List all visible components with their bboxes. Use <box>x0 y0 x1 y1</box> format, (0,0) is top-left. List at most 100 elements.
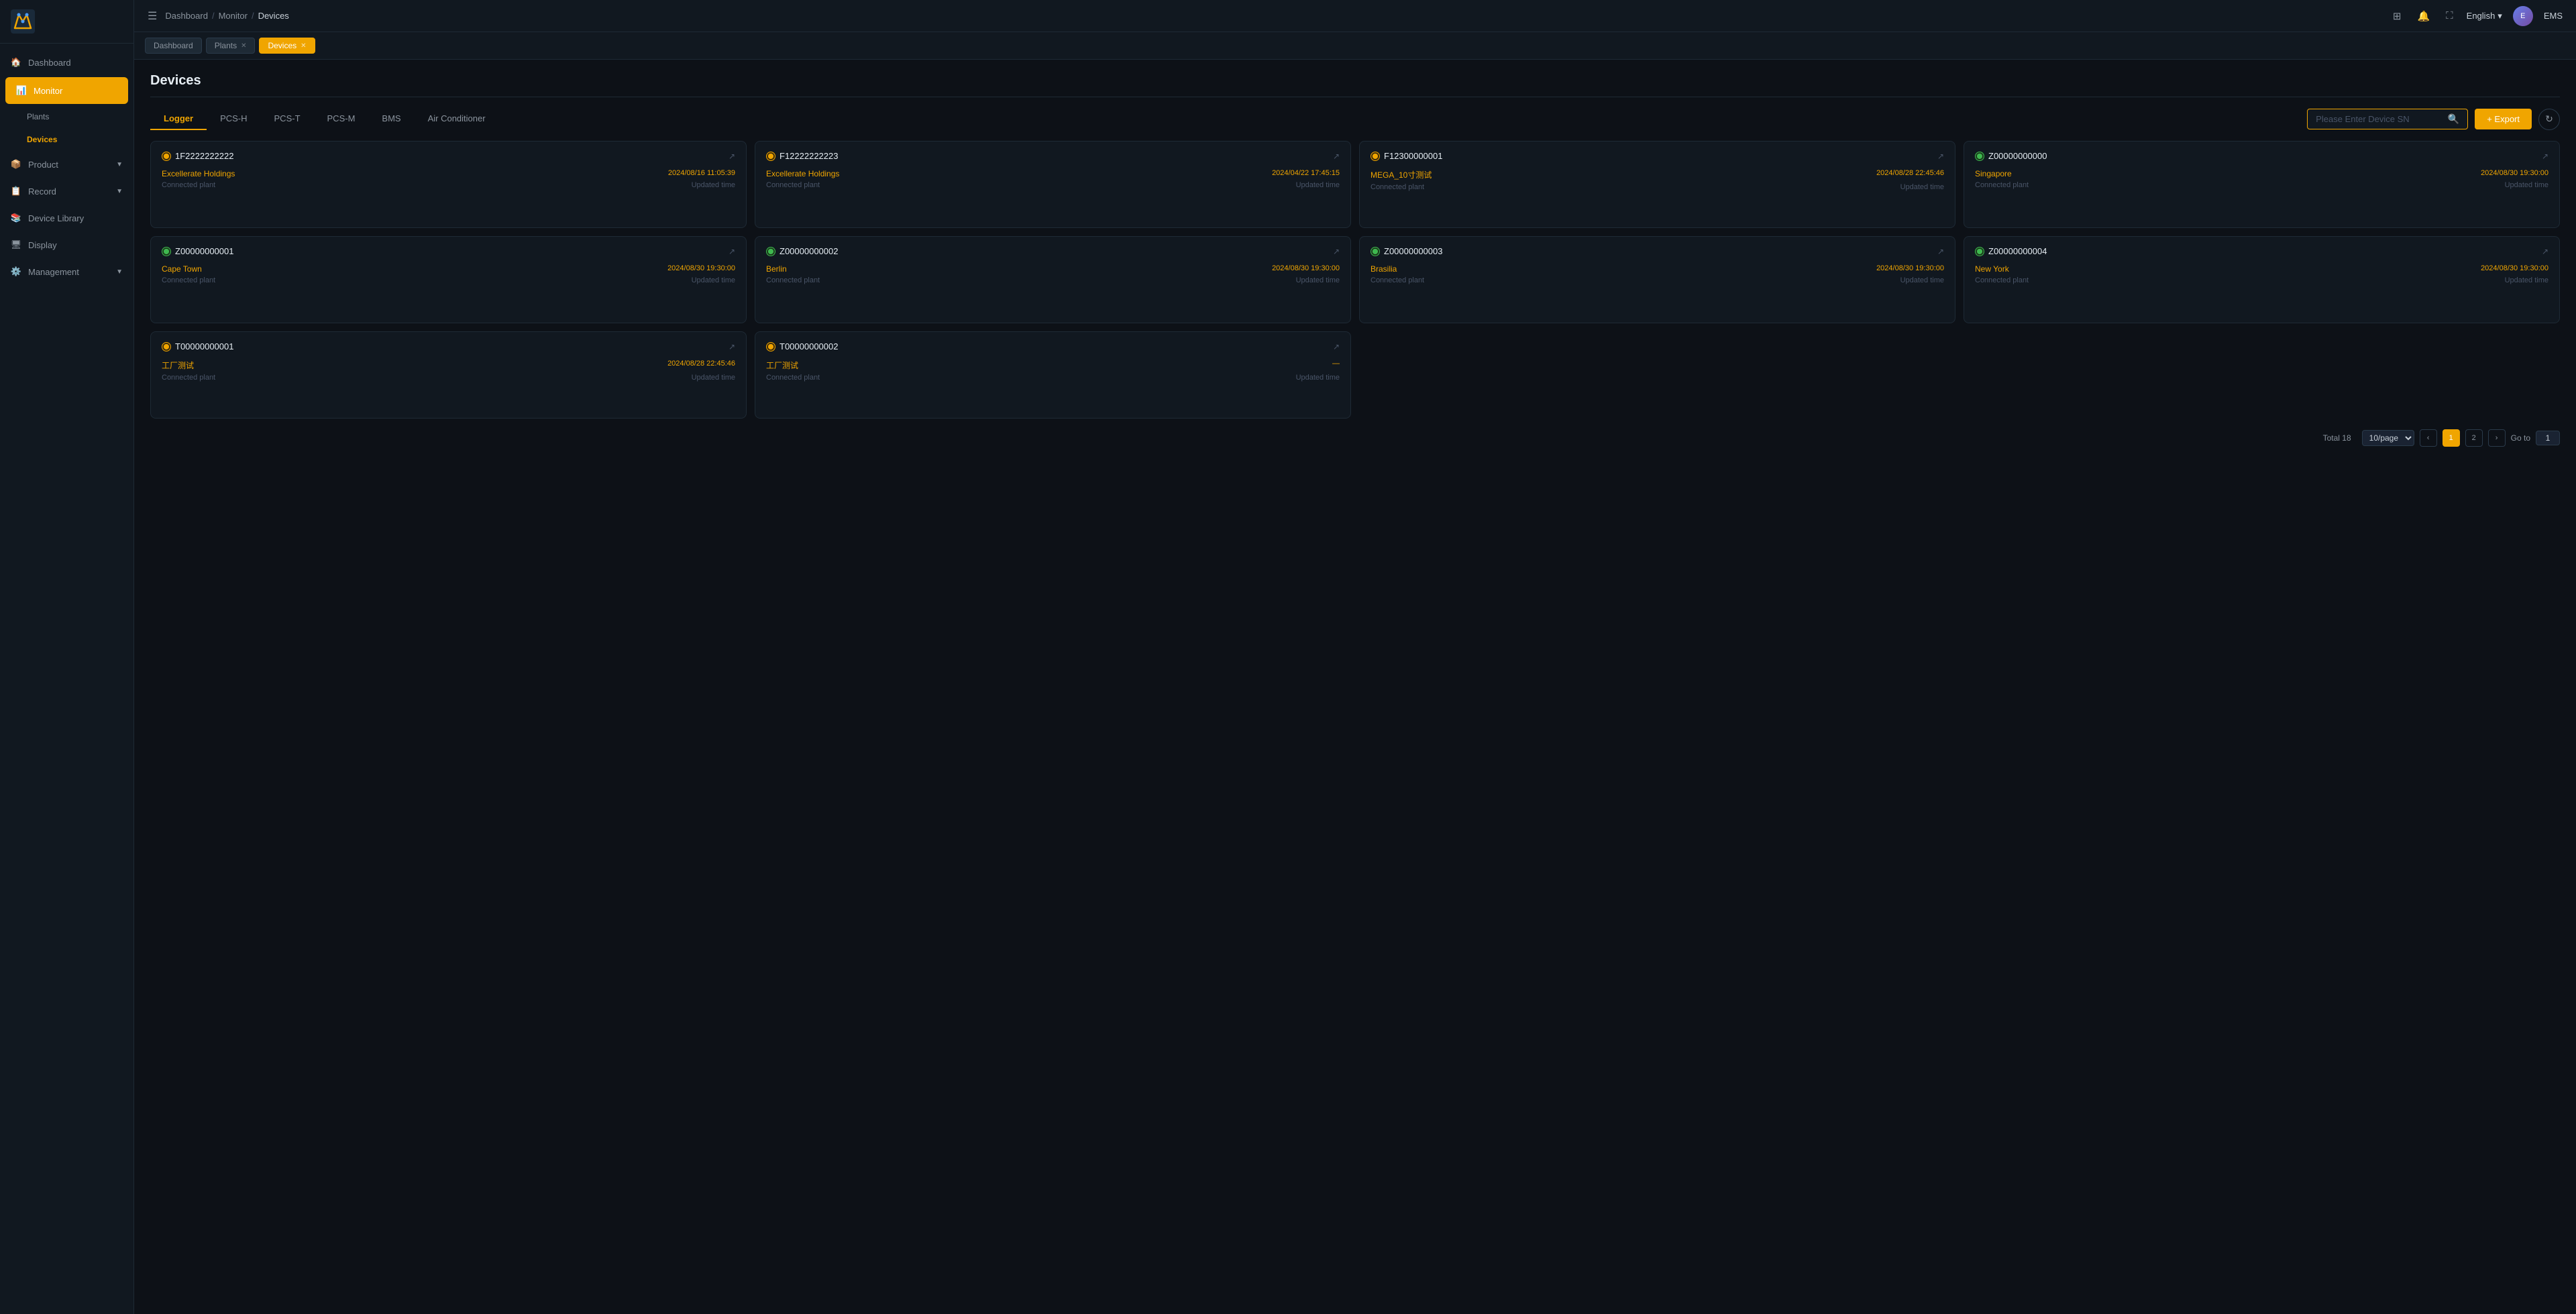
device-label-row: Connected plant Updated time <box>766 181 1340 189</box>
fullscreen-icon[interactable]: ⛶ <box>2443 7 2456 24</box>
logo-icon <box>11 9 35 34</box>
device-card[interactable]: ⬤ 1F2222222222 ↗ Excellerate Holdings 20… <box>150 141 747 228</box>
device-card[interactable]: ⬤ T00000000001 ↗ 工厂测试 2024/08/28 22:45:4… <box>150 331 747 419</box>
breadcrumb-monitor[interactable]: Monitor <box>219 11 248 21</box>
chevron-down-icon: ▼ <box>116 188 123 195</box>
tab-dashboard[interactable]: Dashboard <box>145 38 202 54</box>
sidebar-item-monitor[interactable]: 📊 Monitor <box>5 77 128 104</box>
device-id-row: ⬤ T00000000001 <box>162 341 233 351</box>
goto-input[interactable] <box>2536 431 2560 445</box>
sidebar-item-dashboard[interactable]: 🏠 Dashboard <box>0 49 133 76</box>
filter-tab-pcs-m[interactable]: PCS-M <box>314 108 369 130</box>
language-selector[interactable]: English ▾ <box>2467 11 2502 21</box>
device-plant-name: 工厂测试 <box>162 360 194 371</box>
next-page-button[interactable]: › <box>2488 429 2506 447</box>
connected-plant-label: Connected plant <box>1975 181 2029 189</box>
layout-icon[interactable]: ⊞ <box>2390 7 2404 25</box>
device-card-header: ⬤ 1F2222222222 ↗ <box>162 151 735 161</box>
export-label: + Export <box>2487 114 2520 124</box>
topbar-right: ⊞ 🔔 ⛶ English ▾ E EMS <box>2390 6 2563 26</box>
device-card[interactable]: ⬤ F12222222223 ↗ Excellerate Holdings 20… <box>755 141 1351 228</box>
status-indicator: ⬤ <box>1371 247 1380 256</box>
sidebar-item-management[interactable]: ⚙️ Management ▼ <box>0 258 133 285</box>
breadcrumb: Dashboard / Monitor / Devices <box>165 11 288 21</box>
device-info-row: 工厂测试 — <box>766 360 1340 371</box>
sidebar-item-record[interactable]: 📋 Record ▼ <box>0 178 133 205</box>
management-icon: ⚙️ <box>11 266 21 277</box>
main-area: ☰ Dashboard / Monitor / Devices ⊞ 🔔 ⛶ En… <box>134 0 2576 1314</box>
navigate-icon[interactable]: ↗ <box>1333 342 1340 351</box>
device-label-row: Connected plant Updated time <box>1975 181 2548 189</box>
close-icon[interactable]: ✕ <box>241 42 246 50</box>
device-card[interactable]: ⬤ Z00000000000 ↗ Singapore 2024/08/30 19… <box>1964 141 2560 228</box>
device-id-row: ⬤ T00000000002 <box>766 341 838 351</box>
page-size-select[interactable]: 10/page 20/page 50/page <box>2362 430 2414 446</box>
device-card[interactable]: ⬤ Z00000000001 ↗ Cape Town 2024/08/30 19… <box>150 236 747 323</box>
page-1-button[interactable]: 1 <box>2443 429 2460 447</box>
connected-plant-label: Connected plant <box>1371 183 1424 191</box>
device-plant-name: Cape Town <box>162 264 202 274</box>
device-id-row: ⬤ Z00000000002 <box>766 246 838 256</box>
export-button[interactable]: + Export <box>2475 109 2532 129</box>
device-card-header: ⬤ Z00000000000 ↗ <box>1975 151 2548 161</box>
navigate-icon[interactable]: ↗ <box>729 247 735 256</box>
sidebar-subitem-devices[interactable]: Devices <box>0 128 133 151</box>
navigate-icon[interactable]: ↗ <box>729 152 735 161</box>
updated-time-label: Updated time <box>1900 276 1944 284</box>
device-sn: Z00000000000 <box>1988 151 2047 161</box>
prev-page-button[interactable]: ‹ <box>2420 429 2437 447</box>
user-name[interactable]: EMS <box>2544 11 2563 21</box>
device-card[interactable]: ⬤ T00000000002 ↗ 工厂测试 — Connected plant … <box>755 331 1351 419</box>
navigate-icon[interactable]: ↗ <box>1333 247 1340 256</box>
sidebar-item-product[interactable]: 📦 Product ▼ <box>0 151 133 178</box>
device-plant-name: Brasilia <box>1371 264 1397 274</box>
tab-devices[interactable]: Devices ✕ <box>259 38 315 54</box>
refresh-button[interactable]: ↻ <box>2538 109 2560 130</box>
device-timestamp: 2024/04/22 17:45:15 <box>1272 169 1340 178</box>
sidebar-item-device-library[interactable]: 📚 Device Library <box>0 205 133 231</box>
status-indicator: ⬤ <box>162 247 171 256</box>
device-info-row: Excellerate Holdings 2024/08/16 11:05:39 <box>162 169 735 178</box>
sidebar-item-label: Monitor <box>34 86 62 96</box>
device-card[interactable]: ⬤ Z00000000002 ↗ Berlin 2024/08/30 19:30… <box>755 236 1351 323</box>
status-indicator: ⬤ <box>766 342 775 351</box>
navigate-icon[interactable]: ↗ <box>2542 152 2548 161</box>
navigate-icon[interactable]: ↗ <box>1333 152 1340 161</box>
device-label-row: Connected plant Updated time <box>766 276 1340 284</box>
tab-plants[interactable]: Plants ✕ <box>206 38 256 54</box>
user-avatar[interactable]: E <box>2513 6 2533 26</box>
device-card[interactable]: ⬤ Z00000000003 ↗ Brasilia 2024/08/30 19:… <box>1359 236 1955 323</box>
logo-area[interactable] <box>0 0 133 44</box>
filter-tab-bms[interactable]: BMS <box>368 108 414 130</box>
device-info-row: 工厂测试 2024/08/28 22:45:46 <box>162 360 735 371</box>
device-card[interactable]: ⬤ F12300000001 ↗ MEGA_10寸测试 2024/08/28 2… <box>1359 141 1955 228</box>
search-input[interactable] <box>2316 114 2443 124</box>
hamburger-icon[interactable]: ☰ <box>148 9 157 23</box>
device-timestamp: 2024/08/16 11:05:39 <box>668 169 735 178</box>
device-card[interactable]: ⬤ Z00000000004 ↗ New York 2024/08/30 19:… <box>1964 236 2560 323</box>
device-plant-name: New York <box>1975 264 2009 274</box>
navigate-icon[interactable]: ↗ <box>1937 152 1944 161</box>
device-library-icon: 📚 <box>11 213 21 223</box>
filter-tab-pcs-h[interactable]: PCS-H <box>207 108 260 130</box>
device-sn: 1F2222222222 <box>175 151 233 161</box>
navigate-icon[interactable]: ↗ <box>2542 247 2548 256</box>
filter-tab-logger[interactable]: Logger <box>150 108 207 130</box>
tab-label: Plants <box>215 41 237 50</box>
filter-actions: 🔍 + Export ↻ <box>2307 109 2560 130</box>
navigate-icon[interactable]: ↗ <box>1937 247 1944 256</box>
device-label-row: Connected plant Updated time <box>1975 276 2548 284</box>
sidebar-item-display[interactable]: 🖥 Display <box>0 231 133 258</box>
navigate-icon[interactable]: ↗ <box>729 342 735 351</box>
device-card-header: ⬤ F12222222223 ↗ <box>766 151 1340 161</box>
close-icon[interactable]: ✕ <box>301 42 306 50</box>
topbar-left: ☰ Dashboard / Monitor / Devices <box>148 9 289 23</box>
sidebar-subitem-plants[interactable]: Plants <box>0 105 133 128</box>
breadcrumb-dashboard[interactable]: Dashboard <box>165 11 208 21</box>
updated-time-label: Updated time <box>2505 181 2548 189</box>
bell-icon[interactable]: 🔔 <box>2414 7 2432 25</box>
filter-tab-pcs-t[interactable]: PCS-T <box>261 108 314 130</box>
page-2-button[interactable]: 2 <box>2465 429 2483 447</box>
updated-time-label: Updated time <box>692 374 735 382</box>
filter-tab-air-conditioner[interactable]: Air Conditioner <box>415 108 499 130</box>
